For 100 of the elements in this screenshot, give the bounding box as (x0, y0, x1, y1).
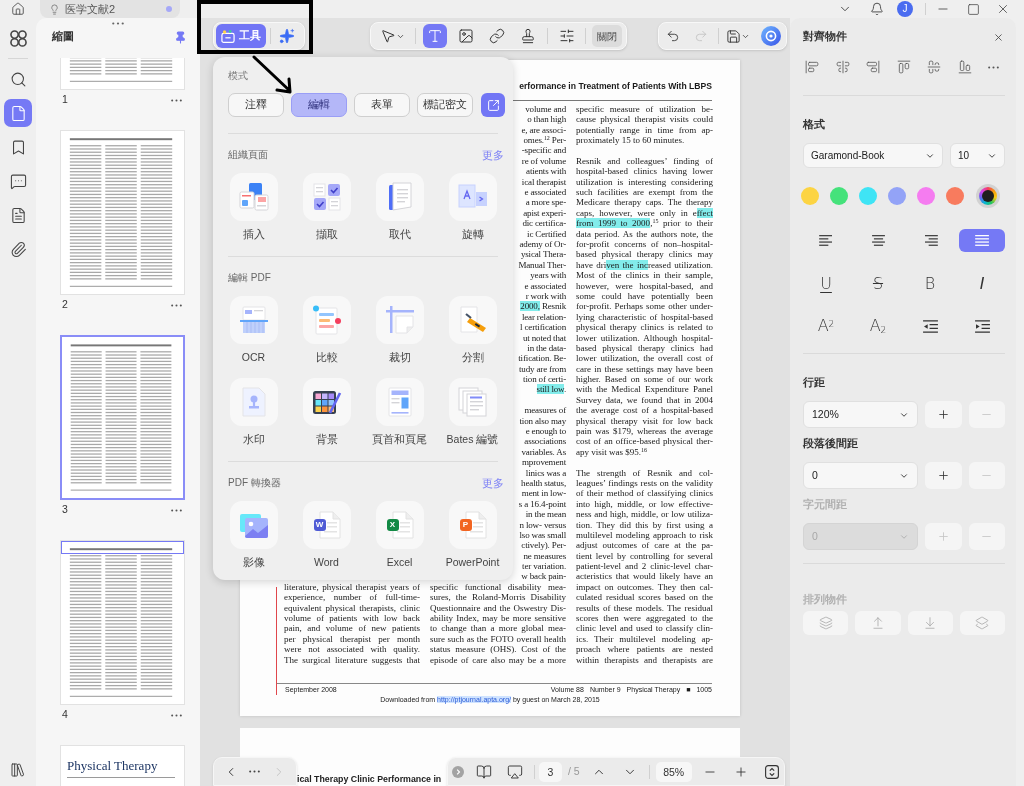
drag-handle-icon[interactable] (112, 21, 124, 25)
page-number: 1 (62, 92, 68, 108)
ai-assistant-icon (761, 26, 781, 46)
close-icon[interactable] (993, 31, 1004, 43)
panel-title: 對齊物件 (803, 29, 847, 45)
mode-button[interactable]: 表單 (354, 93, 410, 117)
arrow-down-icon (923, 616, 938, 630)
pin-icon[interactable] (174, 30, 187, 44)
text-line: cost of an office-based physical ther- (576, 436, 713, 447)
tool-button[interactable] (302, 378, 351, 426)
bold-button[interactable]: B (907, 269, 953, 299)
mode-button[interactable]: 編輯 (291, 93, 347, 117)
align-top-edges-icon[interactable] (896, 60, 911, 74)
mode-button[interactable]: 標記密文 (417, 93, 473, 117)
text-line: physical therapy visit for low back (576, 415, 713, 426)
text-line: tification. Be- (518, 353, 566, 364)
more-icon[interactable] (171, 303, 182, 307)
tool-button[interactable]: X (375, 501, 424, 549)
subscript-button[interactable]: A$_{2}$ (855, 311, 901, 341)
document-tab[interactable]: 医学文献2 (40, 0, 180, 18)
user-avatar[interactable]: J (897, 1, 913, 17)
text-line: proach where patients are nested (576, 644, 713, 655)
crop-ruler-icon (384, 305, 415, 335)
tool-label: Word (314, 555, 339, 569)
spacing-select[interactable]: 0 (803, 462, 918, 489)
text-line: in the mean (525, 509, 566, 520)
tool-button[interactable] (375, 173, 424, 221)
text-line: experience, number of full-time- (284, 592, 420, 603)
page-thumbnail[interactable] (60, 335, 185, 500)
document-icon (9, 206, 27, 224)
text-line: lower utilization, the overall cost of (576, 353, 713, 364)
close-edit-button[interactable]: 關閉 (592, 25, 622, 47)
more-icon[interactable] (249, 770, 261, 773)
zoom-field[interactable]: 85% (655, 761, 692, 782)
spacing-select[interactable]: 120% (803, 401, 918, 428)
text-line: higher. Based on some of our work (576, 374, 713, 385)
more-icon[interactable] (171, 98, 182, 102)
tool-button[interactable]: W (302, 501, 351, 549)
text-line: data period. As the authors note, the (576, 228, 713, 239)
ai-assistant-button[interactable] (759, 24, 783, 48)
text-line: ysical Thera- (520, 249, 566, 260)
bell-icon[interactable] (870, 2, 884, 16)
zoom-in-icon[interactable] (733, 764, 748, 779)
presentation-icon[interactable] (507, 763, 523, 780)
strikethrough-button[interactable]: S (855, 269, 901, 299)
italic-button[interactable]: I (959, 269, 1005, 299)
text-line: scores then were aggregated to the (576, 613, 713, 624)
expand-icon[interactable] (452, 765, 464, 778)
text-line: pain was $179, whereas the average (576, 426, 713, 437)
text-line: clinic level and used to classify clin- (576, 623, 713, 634)
link-icon (489, 28, 505, 44)
page-number: 2 (62, 297, 68, 313)
text-line: with the Medical Expenditure Panel (576, 384, 713, 395)
open-external-button[interactable] (481, 93, 505, 117)
text-line: e, are associ- (521, 124, 566, 136)
fit-page-icon[interactable] (764, 764, 779, 779)
more-icon[interactable] (988, 65, 999, 69)
text-line: 2000, Resnik (520, 301, 566, 312)
text-line: e associated (524, 280, 566, 291)
text-line: -specific and (521, 145, 566, 156)
more-icon[interactable] (171, 508, 182, 512)
align-right-edges-icon[interactable] (866, 60, 880, 74)
align-left-edges-icon[interactable] (805, 60, 819, 74)
close-icon[interactable] (996, 2, 1010, 16)
text-line: adjust outcomes of care at the pa- (576, 540, 713, 551)
maximize-icon[interactable] (967, 2, 980, 16)
page-number: 3 (62, 502, 68, 518)
align-centers-vertical-icon[interactable] (835, 60, 850, 74)
section-title: 格式 (803, 117, 825, 131)
tool-label: 分割 (461, 350, 484, 364)
text-line: ctively). Per- (521, 540, 566, 551)
mode-button[interactable]: 注釋 (228, 93, 284, 117)
tool-label: Excel (386, 555, 413, 569)
text-line: based physical therapy clinics had (576, 342, 713, 354)
sliders-icon (559, 28, 575, 44)
align-left-icon (818, 235, 834, 246)
page-thumbnail[interactable]: Physical Therapy (60, 745, 185, 786)
align-bottom-edges-icon[interactable] (957, 60, 972, 74)
tools-button[interactable]: 工具 (216, 24, 266, 48)
text-line: a more spe- (525, 197, 566, 208)
text-align-button[interactable] (959, 229, 1005, 252)
align-right-icon (922, 235, 938, 246)
underline-button[interactable]: U (803, 269, 849, 299)
page-number-field[interactable]: 3 (539, 761, 562, 782)
save-icon (726, 28, 741, 44)
font-select[interactable]: Garamond-Book (803, 143, 943, 168)
home-icon[interactable] (11, 2, 25, 16)
superscript-button[interactable]: A$^{2}$ (803, 311, 849, 341)
stamp-icon (520, 28, 536, 44)
book-icon[interactable] (476, 763, 492, 780)
text-line: dic certifica- (522, 218, 566, 229)
font-size-select[interactable]: 10 (950, 143, 1005, 168)
text-line: The strength of Resnik and col- (576, 467, 713, 478)
text-line: ter variation. (522, 561, 566, 572)
more-icon[interactable] (171, 713, 182, 717)
text-line: tient level by controlling for several (576, 550, 713, 562)
text-line: to change than a more global mea- (430, 623, 566, 634)
align-middles-icon[interactable] (927, 60, 941, 74)
field-label: 字元間距 (803, 497, 847, 511)
text-line: Questionnaire and the Oswestry Dis- (430, 602, 566, 614)
